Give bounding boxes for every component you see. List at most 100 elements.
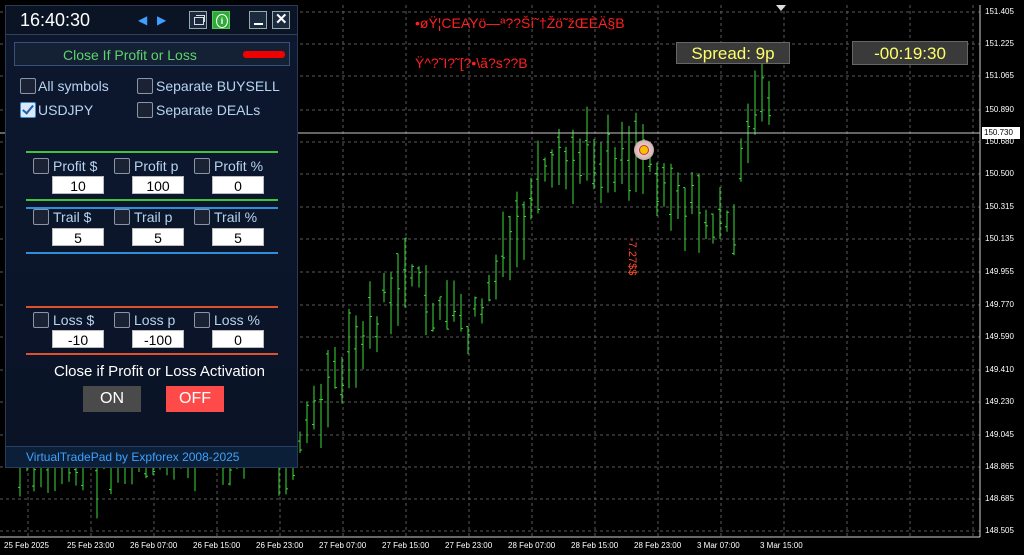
spread-badge: Spread: 9p: [676, 42, 790, 64]
candle-bar: [599, 142, 603, 204]
all-symbols-label: All symbols: [38, 78, 109, 94]
candle-bar: [578, 138, 582, 184]
price-label: 150.890: [985, 105, 1014, 114]
candle-bar: [375, 316, 379, 353]
candle-bar: [725, 210, 729, 232]
candle-bar: [683, 187, 687, 251]
price-label: 149.410: [985, 365, 1014, 374]
candle-bar: [403, 237, 407, 308]
candle-bar: [459, 293, 463, 332]
candle-bar: [382, 273, 386, 303]
off-button[interactable]: OFF: [166, 386, 224, 412]
profit-top-line: [26, 151, 278, 153]
trail-dollar-label: Trail $: [53, 209, 92, 225]
date-label: 28 Feb 15:00: [571, 541, 619, 550]
trail-points-checkbox[interactable]: [114, 209, 130, 225]
date-label: 26 Feb 23:00: [256, 541, 304, 550]
date-label: 27 Feb 23:00: [445, 541, 493, 550]
trade-marker-icon[interactable]: [634, 140, 654, 160]
close-icon[interactable]: ✕: [272, 11, 290, 29]
loss-dollar-input[interactable]: -10: [52, 330, 104, 348]
candle-bar: [312, 385, 316, 430]
panel-titlebar[interactable]: 16:40:30 ◀ ▶ i ✕: [6, 6, 297, 35]
candle-bar: [627, 125, 631, 201]
candle-bar: [732, 204, 736, 256]
loss-dollar-checkbox[interactable]: [33, 312, 49, 328]
bar-timer-badge: -00:19:30: [852, 41, 968, 65]
all-symbols-checkbox[interactable]: [20, 78, 36, 94]
trail-percent-checkbox[interactable]: [194, 209, 210, 225]
candle-bar: [473, 296, 477, 317]
header-bar: Close If Profit or Loss: [14, 42, 290, 66]
candle-bar: [753, 70, 757, 135]
candle-bar: [662, 163, 666, 207]
separate-deals-checkbox[interactable]: [137, 102, 153, 118]
usdjpy-label: USDJPY: [38, 102, 94, 118]
profit-points-checkbox[interactable]: [114, 158, 130, 174]
footer-credit: VirtualTradePad by Expforex 2008-2025: [26, 450, 240, 464]
arrow-right-icon[interactable]: ▶: [157, 13, 166, 27]
candle-bar: [690, 171, 694, 215]
date-label: 27 Feb 15:00: [382, 541, 430, 550]
candle-bar: [585, 106, 589, 181]
loss-percent-checkbox[interactable]: [194, 312, 210, 328]
vertical-profit-label: -7.27$$: [626, 238, 638, 276]
loss-top-line: [26, 306, 278, 308]
candle-bar: [438, 296, 442, 320]
trail-percent-input[interactable]: 5: [212, 228, 264, 246]
loss-points-checkbox[interactable]: [114, 312, 130, 328]
profit-points-label: Profit p: [134, 158, 179, 174]
candle-bar: [564, 146, 568, 190]
garbled-comment-line-1: •øŸ¦CEAYö—ª??Ší˜†Žö˜žŒÈÄ§B: [415, 15, 625, 31]
profit-percent-input[interactable]: 0: [212, 176, 264, 194]
loss-points-input[interactable]: -100: [132, 330, 184, 348]
candle-bar: [718, 187, 722, 239]
price-label: 148.505: [985, 526, 1014, 535]
trail-bottom-line: [26, 252, 278, 254]
price-label: 150.315: [985, 202, 1014, 211]
price-label: 151.225: [985, 39, 1014, 48]
price-label: 149.230: [985, 397, 1014, 406]
loss-percent-input[interactable]: 0: [212, 330, 264, 348]
candle-bar: [606, 114, 610, 193]
trail-points-label: Trail p: [134, 209, 173, 225]
candle-bar: [319, 383, 323, 449]
header-title: Close If Profit or Loss: [63, 47, 197, 63]
candle-bar: [494, 254, 498, 300]
profit-dollar-checkbox[interactable]: [33, 158, 49, 174]
price-label: 151.405: [985, 7, 1014, 16]
candle-bar: [508, 215, 512, 281]
price-label: 148.685: [985, 494, 1014, 503]
candle-bar: [396, 253, 400, 326]
profit-percent-checkbox[interactable]: [194, 158, 210, 174]
info-icon[interactable]: i: [212, 11, 230, 29]
restore-icon[interactable]: [189, 11, 207, 29]
profit-bottom-line: [26, 199, 278, 201]
trail-dollar-input[interactable]: 5: [52, 228, 104, 246]
date-label: 3 Mar 15:00: [760, 541, 803, 550]
arrow-left-icon[interactable]: ◀: [138, 13, 147, 27]
candle-bar: [543, 157, 547, 182]
trail-points-input[interactable]: 5: [132, 228, 184, 246]
separate-deals-label: Separate DEALs: [156, 102, 261, 118]
profit-points-input[interactable]: 100: [132, 176, 184, 194]
price-label: 149.045: [985, 430, 1014, 439]
footer-bar: VirtualTradePad by Expforex 2008-2025: [6, 446, 297, 467]
trail-dollar-checkbox[interactable]: [33, 209, 49, 225]
candle-bar: [480, 298, 484, 324]
candle-bar: [536, 140, 540, 214]
on-button[interactable]: ON: [83, 386, 141, 412]
candle-bar: [613, 147, 617, 193]
date-label: 3 Mar 07:00: [697, 541, 740, 550]
profit-percent-label: Profit %: [214, 158, 264, 174]
separate-buysell-checkbox[interactable]: [137, 78, 153, 94]
price-label: 149.955: [985, 267, 1014, 276]
candle-bar: [452, 280, 456, 322]
usdjpy-checkbox[interactable]: [20, 102, 36, 118]
candle-bar: [347, 308, 351, 389]
minimize-icon[interactable]: [249, 11, 267, 29]
profit-dollar-input[interactable]: 10: [52, 176, 104, 194]
loss-bottom-line: [26, 353, 278, 355]
candle-bar: [424, 265, 428, 335]
candle-bar: [550, 149, 554, 188]
